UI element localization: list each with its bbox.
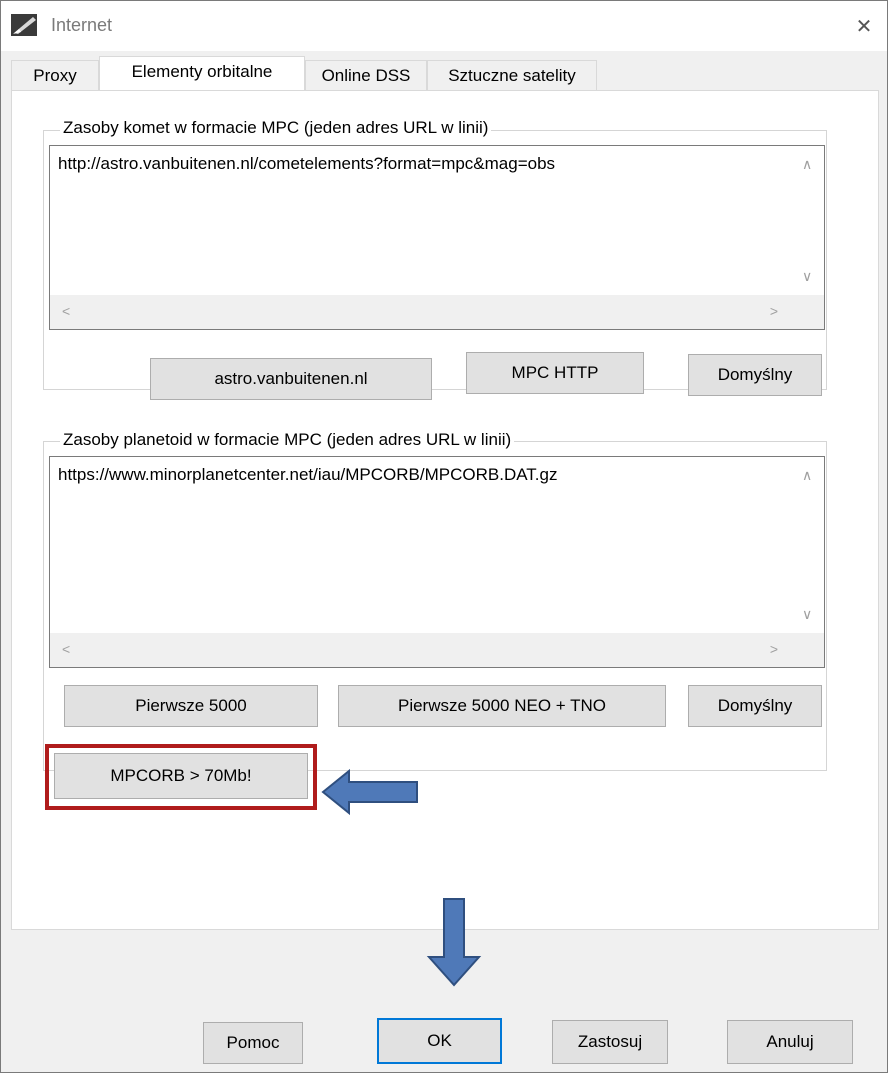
button-label: MPCORB > 70Mb! [110,766,252,785]
ok-button[interactable]: OK [377,1018,502,1064]
vertical-scrollbar[interactable]: ∧ ∨ [790,457,824,633]
down-arrow-shape [426,898,482,987]
help-button[interactable]: Pomoc [203,1022,303,1064]
tab-label: Sztuczne satelity [448,66,576,85]
button-label: OK [427,1031,452,1050]
button-label: Anuluj [766,1032,814,1051]
window-title: Internet [51,15,113,35]
tab-artificial-satellites[interactable]: Sztuczne satelity [427,60,597,90]
tab-label: Proxy [33,66,77,85]
tab-orbital-elements[interactable]: Elementy orbitalne [99,56,305,90]
button-label: Domyślny [717,365,793,384]
comet-urls-textarea[interactable]: http://astro.vanbuitenen.nl/cometelement… [49,145,825,330]
vertical-scrollbar[interactable]: ∧ ∨ [790,146,824,295]
mpcorb-button[interactable]: MPCORB > 70Mb! [54,753,308,799]
down-arrow-annotation [426,898,482,987]
mpc-http-button[interactable]: MPC HTTP [466,352,644,394]
scroll-left-icon[interactable]: < [62,303,70,319]
asteroid-urls-textarea[interactable]: https://www.minorplanetcenter.net/iau/MP… [49,456,825,668]
comets-group-legend: Zasoby komet w formacie MPC (jeden adres… [60,118,492,138]
horizontal-scrollbar[interactable]: < > [50,633,824,667]
horizontal-scrollbar[interactable]: < > [50,295,824,329]
cancel-button[interactable]: Anuluj [727,1020,853,1064]
scrollbar-corner [790,295,824,329]
button-label: Pomoc [226,1033,280,1052]
tab-label: Online DSS [321,66,411,85]
scroll-right-icon[interactable]: > [770,303,778,319]
left-arrow-shape [321,768,418,816]
close-icon: ✕ [855,15,873,38]
button-label: Pierwsze 5000 [135,696,247,715]
asteroid-url-text: https://www.minorplanetcenter.net/iau/MP… [58,465,558,484]
button-label: astro.vanbuitenen.nl [214,369,368,388]
asteroids-group-legend: Zasoby planetoid w formacie MPC (jeden a… [60,430,515,450]
first-5000-button[interactable]: Pierwsze 5000 [64,685,318,727]
scroll-up-icon[interactable]: ∧ [802,467,812,484]
internet-dialog: Internet ✕ Proxy Elementy orbitalne Onli… [0,0,888,1073]
button-label: Domyślny [717,696,793,715]
left-arrow-annotation [321,768,418,816]
scroll-down-icon[interactable]: ∨ [802,268,812,285]
scroll-left-icon[interactable]: < [62,641,70,657]
close-button[interactable]: ✕ [841,1,887,51]
comet-icon [11,14,37,36]
button-label: Pierwsze 5000 NEO + TNO [397,696,607,715]
comet-url-text: http://astro.vanbuitenen.nl/cometelement… [58,154,556,173]
first-5000-neo-tno-button[interactable]: Pierwsze 5000 NEO + TNO [338,685,666,727]
astro-vanbuitenen-button[interactable]: astro.vanbuitenen.nl [150,358,432,400]
scrollbar-corner [790,633,824,667]
apply-button[interactable]: Zastosuj [552,1020,668,1064]
scroll-up-icon[interactable]: ∧ [802,156,812,173]
tab-label: Elementy orbitalne [131,62,273,81]
tab-page-orbital-elements: Zasoby komet w formacie MPC (jeden adres… [11,90,879,930]
tab-proxy[interactable]: Proxy [11,60,99,90]
title-bar: Internet ✕ [1,1,887,51]
asteroids-default-button[interactable]: Domyślny [688,685,822,727]
tab-online-dss[interactable]: Online DSS [305,60,427,90]
comets-default-button[interactable]: Domyślny [688,354,822,396]
scroll-right-icon[interactable]: > [770,641,778,657]
button-label: MPC HTTP [511,363,599,382]
scroll-down-icon[interactable]: ∨ [802,606,812,623]
button-label: Zastosuj [577,1032,643,1051]
